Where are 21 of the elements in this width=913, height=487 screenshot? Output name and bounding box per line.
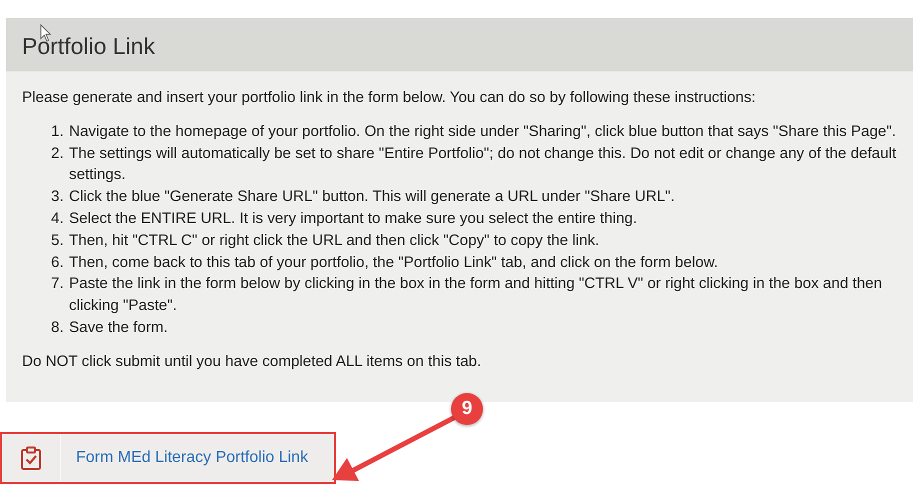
- panel-title: Portfolio Link: [22, 34, 155, 59]
- closing-text: Do NOT click submit until you have completed ALL items on this tab.: [22, 352, 482, 372]
- step-number: 5.: [51, 230, 65, 251]
- step-text: Save the form.: [69, 318, 169, 338]
- step-number: 1.: [51, 122, 65, 142]
- step-text: Paste the link in the form below by clicking in the box in the form and hitting "CTRL V" or right clicking in the box and then clicking "Paste".: [69, 274, 884, 316]
- step-text: The settings will automatically be set to share "Entire Portfolio"; do not change this. Do not edit or change any of the default settings.: [69, 144, 898, 186]
- step-number: 2.: [51, 144, 65, 164]
- step-text: Click the blue "Generate Share URL" button. This will generate a URL under "Share URL".: [69, 187, 676, 208]
- step-text: Then, hit "CTRL C" or right click the URL and then click "Copy" to copy the link.: [69, 230, 600, 251]
- step-number: 4.: [51, 208, 65, 229]
- step-text: Select the ENTIRE URL. It is very important to make sure you select the entire thing.: [69, 208, 638, 229]
- step-text: Then, come back to this tab of your portfolio, the "Portfolio Link" tab, and click on the form below.: [69, 252, 719, 273]
- form-link[interactable]: Form MEd Literacy Portfolio Link: [76, 448, 308, 467]
- step-number: 7.: [51, 274, 65, 294]
- step-number: 8.: [51, 318, 65, 338]
- step-number: 3.: [51, 187, 65, 208]
- clipboard-check-icon: [20, 446, 42, 470]
- step-text: Navigate to the homepage of your portfolio. On the right side under "Sharing", click blue button that says "Share this Page".: [69, 122, 897, 142]
- step-number: 6.: [51, 252, 65, 273]
- intro-text: Please generate and insert your portfolio link in the form below. You can do so by following these instructions:: [22, 88, 757, 108]
